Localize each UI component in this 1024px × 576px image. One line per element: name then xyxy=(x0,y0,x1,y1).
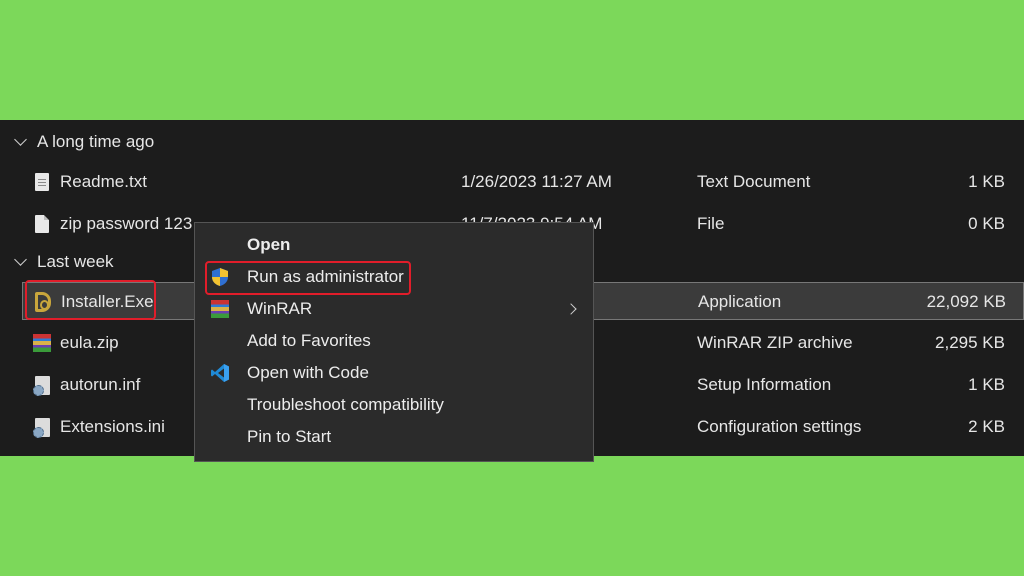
file-name: autorun.inf xyxy=(60,375,141,394)
group-label: A long time ago xyxy=(37,132,155,151)
group-header-long-ago[interactable]: A long time ago xyxy=(14,128,154,156)
vscode-icon xyxy=(209,362,231,384)
file-name: Extensions.ini xyxy=(60,417,165,436)
file-row-readme[interactable]: Readme.txt 1/26/2023 11:27 AM Text Docum… xyxy=(0,163,1024,201)
file-name: zip password 123 xyxy=(60,214,193,233)
run-as-admin-highlight-box xyxy=(205,261,411,295)
file-size: 2,295 KB xyxy=(935,333,1005,352)
text-document-icon xyxy=(32,163,52,201)
context-menu: Open Run as administrator WinRAR Add to … xyxy=(194,222,594,462)
file-size: 1 KB xyxy=(968,172,1005,191)
winrar-icon xyxy=(209,298,231,320)
group-label: Last week xyxy=(37,252,114,271)
chevron-down-icon xyxy=(14,253,27,266)
menu-item-label: WinRAR xyxy=(247,299,313,318)
menu-item-open[interactable]: Open xyxy=(195,229,593,261)
menu-item-label: Open with Code xyxy=(247,363,369,382)
setup-info-icon xyxy=(32,366,52,404)
file-size: 22,092 KB xyxy=(926,292,1006,311)
menu-item-pin-to-start[interactable]: Pin to Start xyxy=(195,421,593,453)
chevron-right-icon xyxy=(565,303,577,315)
file-name: Readme.txt xyxy=(60,172,147,191)
file-date: 1/26/2023 11:27 AM xyxy=(461,172,612,191)
installer-highlight-box xyxy=(25,280,156,320)
menu-item-troubleshoot-compatibility[interactable]: Troubleshoot compatibility xyxy=(195,389,593,421)
file-type: File xyxy=(697,214,725,233)
file-size: 2 KB xyxy=(968,417,1005,436)
menu-item-label: Troubleshoot compatibility xyxy=(247,395,444,414)
file-type: Text Document xyxy=(697,172,811,191)
group-header-last-week[interactable]: Last week xyxy=(14,248,114,276)
menu-item-label: Open xyxy=(247,235,291,254)
file-name: eula.zip xyxy=(60,333,119,352)
menu-item-open-with-code[interactable]: Open with Code xyxy=(195,357,593,389)
file-size: 0 KB xyxy=(968,214,1005,233)
chevron-down-icon xyxy=(14,133,27,146)
file-icon xyxy=(32,205,52,243)
menu-item-add-to-favorites[interactable]: Add to Favorites xyxy=(195,325,593,357)
file-type: Setup Information xyxy=(697,375,832,394)
winrar-archive-icon xyxy=(32,324,52,362)
menu-item-winrar[interactable]: WinRAR xyxy=(195,293,593,325)
file-type: WinRAR ZIP archive xyxy=(697,333,853,352)
menu-item-label: Pin to Start xyxy=(247,427,332,446)
config-settings-icon xyxy=(32,408,52,446)
file-type: Configuration settings xyxy=(697,417,862,436)
file-size: 1 KB xyxy=(968,375,1005,394)
file-type: Application xyxy=(698,292,782,311)
menu-item-label: Add to Favorites xyxy=(247,331,371,350)
